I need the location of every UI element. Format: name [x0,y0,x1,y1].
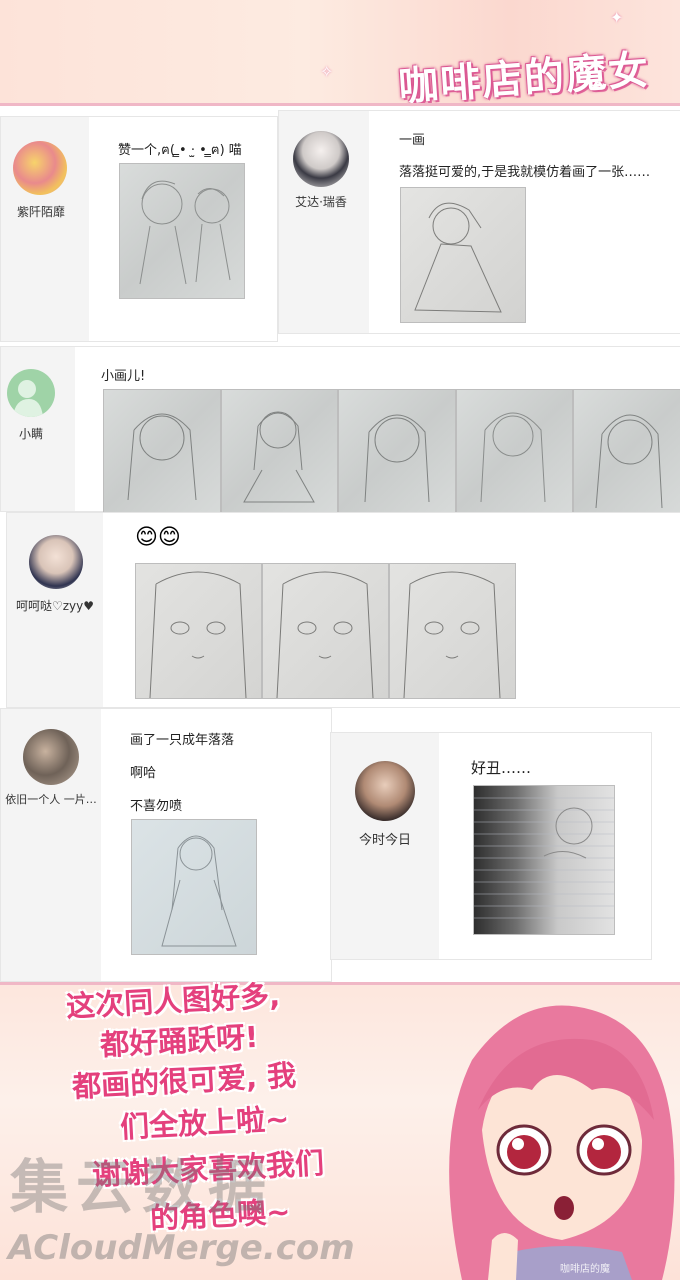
fan-art-image[interactable] [262,563,389,699]
avatar[interactable] [29,535,83,589]
fan-art-image[interactable] [473,785,615,935]
fan-art-image[interactable] [573,389,680,513]
sketch-drawing [243,411,315,503]
sparkle-icon: ✦ [610,8,624,27]
message-line: 们全放上啦~ [119,1101,291,1145]
username[interactable]: 依旧一个人 一片… [1,791,101,807]
username[interactable]: 艾达·瑞香 [279,193,363,210]
watermark: 咖啡店的魔 [560,1264,610,1275]
comment-text: 啊哈 [130,766,157,781]
sparkle-icon: ✧ [320,62,334,81]
comment-text: 小画儿! [101,369,146,384]
sketch-drawing [414,202,502,313]
username[interactable]: 紫阡陌靡 [1,203,81,220]
watermark: 集云数据 [10,1153,275,1221]
fan-art-image[interactable] [456,389,573,513]
chibi-character-illustration [392,990,680,1280]
comment-card: 紫阡陌靡 赞一个,ฅ( ̳• ·̫ • ̳ฅ) 喵 [0,116,278,342]
sketch-drawing [364,414,430,503]
comment-card: 依旧一个人 一片… 画了一只成年落落 啊哈 不喜勿喷 [0,708,332,982]
fan-art-image[interactable] [131,819,257,955]
comment-text: 落落挺可爱的,于是我就模仿着画了一张…… [399,165,651,180]
comment-card: 小瞒 小画儿! [0,346,680,513]
comment-text: 不喜勿喷 [130,799,183,814]
sketch-drawing [127,413,197,501]
sketch-drawing [139,180,231,285]
person-silhouette-icon [13,380,43,417]
sketch-drawing [480,412,546,503]
fan-art-image[interactable] [389,563,516,699]
username[interactable]: 今时今日 [331,829,439,848]
fan-art-image[interactable] [400,187,526,323]
avatar[interactable] [13,141,67,195]
watermark: ACloudMerge.com [8,1228,355,1268]
comment-card: 艾达·瑞香 一画 落落挺可爱的,于是我就模仿着画了一张…… [278,110,680,334]
comment-text: 画了一只成年落落 [130,733,235,748]
fan-art-image[interactable] [338,389,456,513]
comment-card: 今时今日 好丑…… [330,732,652,960]
comment-text: 好丑…… [471,759,532,777]
comment-card: 呵呵哒♡zyy♥ 😊😊 [6,512,680,708]
sketch-drawing [403,571,501,698]
sketch-drawing [276,571,374,698]
sketch-drawing [595,414,663,509]
comment-text: 赞一个,ฅ( ̳• ·̫ • ̳ฅ) 喵 [118,143,242,158]
sketch-drawing [149,571,247,698]
avatar[interactable] [7,369,55,417]
smile-emoji: 😊😊 [135,525,181,550]
comment-text: 一画 [399,133,426,148]
sketch-drawing [161,835,237,947]
fan-art-image[interactable] [221,389,338,513]
fan-art-image[interactable] [135,563,262,699]
avatar[interactable] [293,131,349,187]
fan-art-image[interactable] [103,389,221,513]
username[interactable]: 呵呵哒♡zyy♥ [7,597,103,614]
avatar[interactable] [355,761,415,821]
avatar[interactable] [23,729,79,785]
username[interactable]: 小瞒 [1,425,61,442]
divider [0,103,680,106]
fan-art-image[interactable] [119,163,245,299]
sketch-drawing [474,797,614,919]
